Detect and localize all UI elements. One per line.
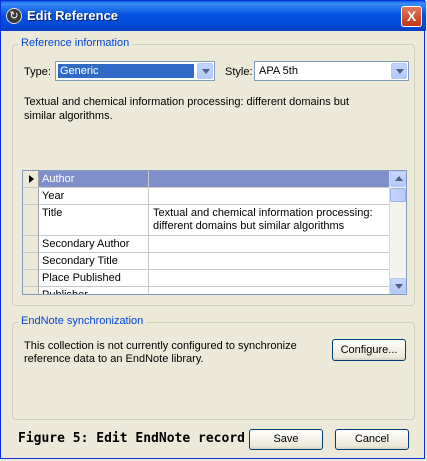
field-name-cell[interactable]: Secondary Author [39, 236, 149, 252]
field-name-cell[interactable]: Author [39, 171, 149, 187]
window-title: Edit Reference [27, 8, 119, 23]
reference-information-legend: Reference information [18, 37, 133, 49]
endnote-sync-legend: EndNote synchronization [18, 315, 147, 327]
style-label: Style: [225, 66, 253, 78]
field-name-cell[interactable]: Title [39, 205, 149, 235]
field-name-cell[interactable]: Year [39, 188, 149, 204]
row-indicator[interactable] [23, 270, 39, 286]
field-value-cell[interactable] [149, 188, 389, 204]
row-indicator[interactable] [23, 236, 39, 252]
reference-summary: Textual and chemical information process… [24, 96, 350, 122]
type-select-value: Generic [58, 64, 194, 78]
figure-caption: Figure 5: Edit EndNote record [18, 431, 245, 446]
table-row[interactable]: Year [23, 188, 389, 205]
row-indicator[interactable] [23, 188, 39, 204]
row-indicator[interactable] [23, 205, 39, 235]
field-value-cell[interactable] [149, 270, 389, 286]
configure-button[interactable]: Configure... [332, 339, 406, 361]
field-name-cell[interactable]: Secondary Title [39, 253, 149, 269]
field-value-cell[interactable] [149, 253, 389, 269]
scroll-up-icon[interactable] [390, 171, 406, 187]
title-bar[interactable]: ↻ Edit Reference X [1, 1, 426, 31]
type-select[interactable]: Generic [55, 61, 215, 81]
table-row[interactable]: Secondary Author [23, 236, 389, 253]
field-value-cell[interactable] [149, 236, 389, 252]
style-select[interactable]: APA 5th [254, 61, 409, 81]
chevron-down-icon[interactable] [391, 63, 407, 79]
cancel-button[interactable]: Cancel [335, 429, 409, 450]
style-select-value: APA 5th [259, 65, 298, 77]
table-row[interactable]: Secondary Title [23, 253, 389, 270]
grid-vertical-scrollbar[interactable] [389, 171, 406, 294]
close-button[interactable]: X [401, 6, 422, 27]
field-value-cell[interactable] [149, 171, 389, 187]
sync-message: This collection is not currently configu… [24, 340, 297, 365]
table-row[interactable]: Publisher [23, 287, 389, 294]
field-value-cell[interactable] [149, 287, 389, 294]
chevron-down-icon[interactable] [197, 63, 213, 79]
endnote-sync-group: EndNote synchronization [12, 315, 415, 420]
scroll-thumb[interactable] [390, 188, 406, 202]
field-name-cell[interactable]: Place Published [39, 270, 149, 286]
row-indicator[interactable] [23, 171, 39, 187]
table-row[interactable]: Title Textual and chemical information p… [23, 205, 389, 236]
row-indicator[interactable] [23, 253, 39, 269]
scroll-down-icon[interactable] [390, 278, 406, 294]
current-row-arrow-icon [29, 175, 34, 183]
table-row[interactable]: Place Published [23, 270, 389, 287]
app-icon: ↻ [6, 8, 22, 24]
edit-reference-dialog: ↻ Edit Reference X Reference information… [0, 0, 426, 459]
field-name-cell[interactable]: Publisher [39, 287, 149, 294]
row-indicator[interactable] [23, 287, 39, 294]
type-label: Type: [24, 66, 51, 78]
reference-fields-grid[interactable]: Author Year Title Textual and chemical i… [22, 170, 407, 295]
field-value-cell[interactable]: Textual and chemical information process… [149, 205, 389, 235]
table-row[interactable]: Author [23, 171, 389, 188]
save-button[interactable]: Save [249, 429, 323, 450]
